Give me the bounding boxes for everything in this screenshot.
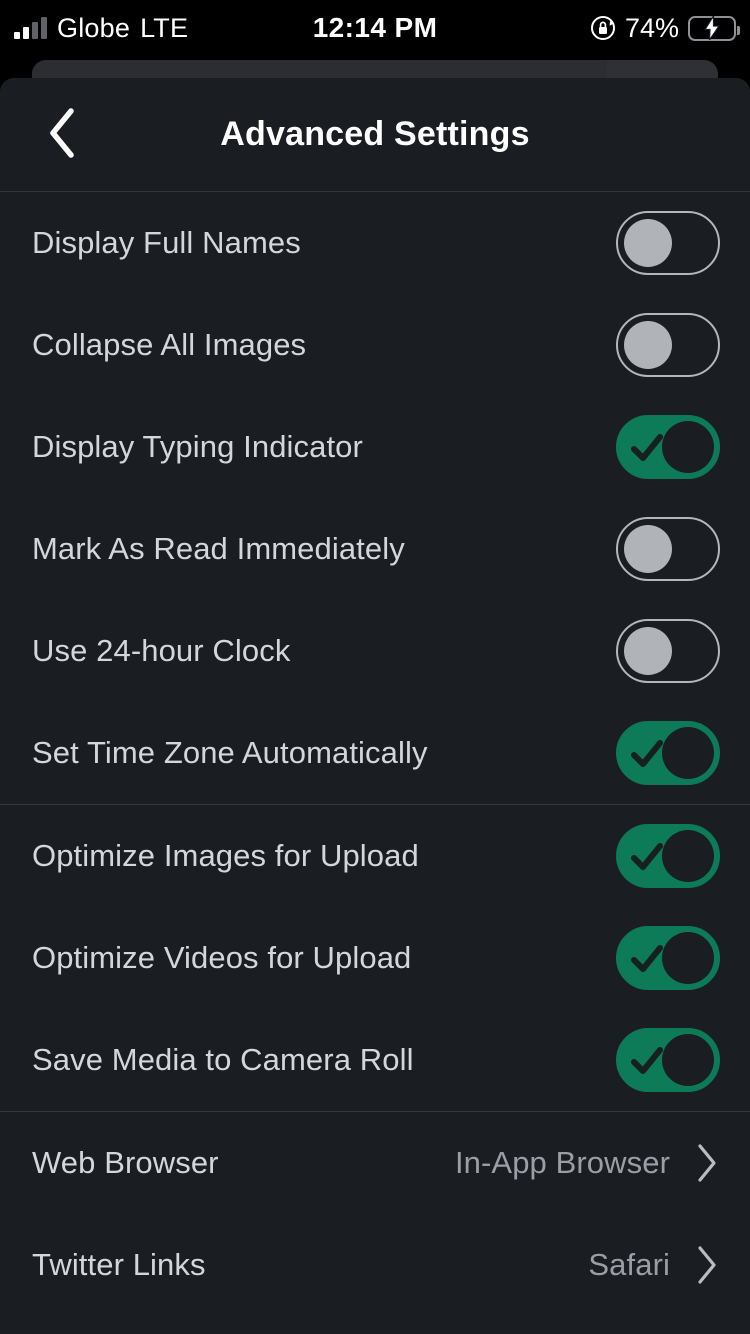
row-label: Set Time Zone Automatically [32, 735, 428, 770]
media-section: Optimize Images for Upload Optimize Video… [0, 805, 750, 1111]
display-section: Display Full Names Collapse All Images Dis… [0, 192, 750, 804]
row-optimize-videos-for-upload[interactable]: Optimize Videos for Upload [0, 907, 750, 1009]
row-label: Twitter Links [32, 1247, 206, 1282]
toggle-knob [662, 727, 714, 779]
check-icon [631, 945, 663, 972]
row-control [616, 415, 720, 479]
row-control [616, 211, 720, 275]
row-mark-as-read-immediately[interactable]: Mark As Read Immediately [0, 498, 750, 600]
row-control [616, 824, 720, 888]
row-control [616, 721, 720, 785]
row-value: Safari [588, 1247, 670, 1282]
toggle-set-time-zone-automatically[interactable] [616, 721, 720, 785]
row-save-media-to-camera-roll[interactable]: Save Media to Camera Roll [0, 1009, 750, 1111]
check-icon [631, 843, 663, 870]
toggle-knob [624, 627, 672, 675]
rotation-lock-icon [590, 15, 616, 41]
back-button[interactable] [26, 78, 96, 192]
row-control [616, 517, 720, 581]
row-control [616, 619, 720, 683]
toggle-display-full-names[interactable] [616, 211, 720, 275]
row-control [616, 313, 720, 377]
check-icon [631, 1047, 663, 1074]
row-use-24-hour-clock[interactable]: Use 24-hour Clock [0, 600, 750, 702]
toggle-knob [662, 830, 714, 882]
check-icon [631, 740, 663, 767]
status-bar: Globe LTE 12:14 PM 74% [0, 0, 750, 56]
row-label: Optimize Videos for Upload [32, 940, 412, 975]
row-label: Save Media to Camera Roll [32, 1042, 414, 1077]
toggle-mark-as-read-immediately[interactable] [616, 517, 720, 581]
row-control: Safari [588, 1244, 720, 1286]
toggle-save-media-to-camera-roll[interactable] [616, 1028, 720, 1092]
row-label: Display Full Names [32, 225, 301, 260]
row-label: Use 24-hour Clock [32, 633, 291, 668]
toggle-display-typing-indicator[interactable] [616, 415, 720, 479]
toggle-collapse-all-images[interactable] [616, 313, 720, 377]
check-icon [631, 434, 663, 461]
row-twitter-links[interactable]: Twitter Links Safari [0, 1214, 750, 1316]
battery-charging-icon [688, 15, 740, 41]
chevron-right-icon [698, 1246, 716, 1284]
toggle-knob [624, 525, 672, 573]
row-display-full-names[interactable]: Display Full Names [0, 192, 750, 294]
row-set-time-zone-automatically[interactable]: Set Time Zone Automatically [0, 702, 750, 804]
row-display-typing-indicator[interactable]: Display Typing Indicator [0, 396, 750, 498]
toggle-use-24-hour-clock[interactable] [616, 619, 720, 683]
row-control [616, 926, 720, 990]
toggle-knob [624, 321, 672, 369]
row-label: Display Typing Indicator [32, 429, 363, 464]
row-collapse-all-images[interactable]: Collapse All Images [0, 294, 750, 396]
settings-sheet: Advanced Settings Display Full Names Coll… [0, 78, 750, 1334]
phone-screen: Globe LTE 12:14 PM 74% Advanced Settings… [0, 0, 750, 1334]
battery-percent: 74% [624, 12, 679, 43]
chevron-right-icon [698, 1144, 716, 1182]
row-value: In-App Browser [454, 1145, 670, 1180]
row-control [616, 1028, 720, 1092]
status-bar-right: 74% [590, 0, 740, 56]
row-web-browser[interactable]: Web Browser In-App Browser [0, 1112, 750, 1214]
navigation-bar: Advanced Settings [0, 78, 750, 192]
links-section: Web Browser In-App Browser Twitter Links Sa… [0, 1112, 750, 1316]
row-label: Collapse All Images [32, 327, 307, 362]
toggle-optimize-videos-for-upload[interactable] [616, 926, 720, 990]
toggle-knob [662, 1034, 714, 1086]
toggle-optimize-images-for-upload[interactable] [616, 824, 720, 888]
page-title: Advanced Settings [220, 115, 530, 153]
settings-list: Display Full Names Collapse All Images Dis… [0, 192, 750, 1316]
row-label: Web Browser [32, 1145, 219, 1180]
toggle-knob [624, 219, 672, 267]
row-label: Optimize Images for Upload [32, 838, 419, 873]
row-label: Mark As Read Immediately [32, 531, 405, 566]
toggle-knob [662, 421, 714, 473]
row-optimize-images-for-upload[interactable]: Optimize Images for Upload [0, 805, 750, 907]
chevron-left-icon [44, 105, 78, 166]
toggle-knob [662, 932, 714, 984]
row-control: In-App Browser [455, 1142, 720, 1184]
